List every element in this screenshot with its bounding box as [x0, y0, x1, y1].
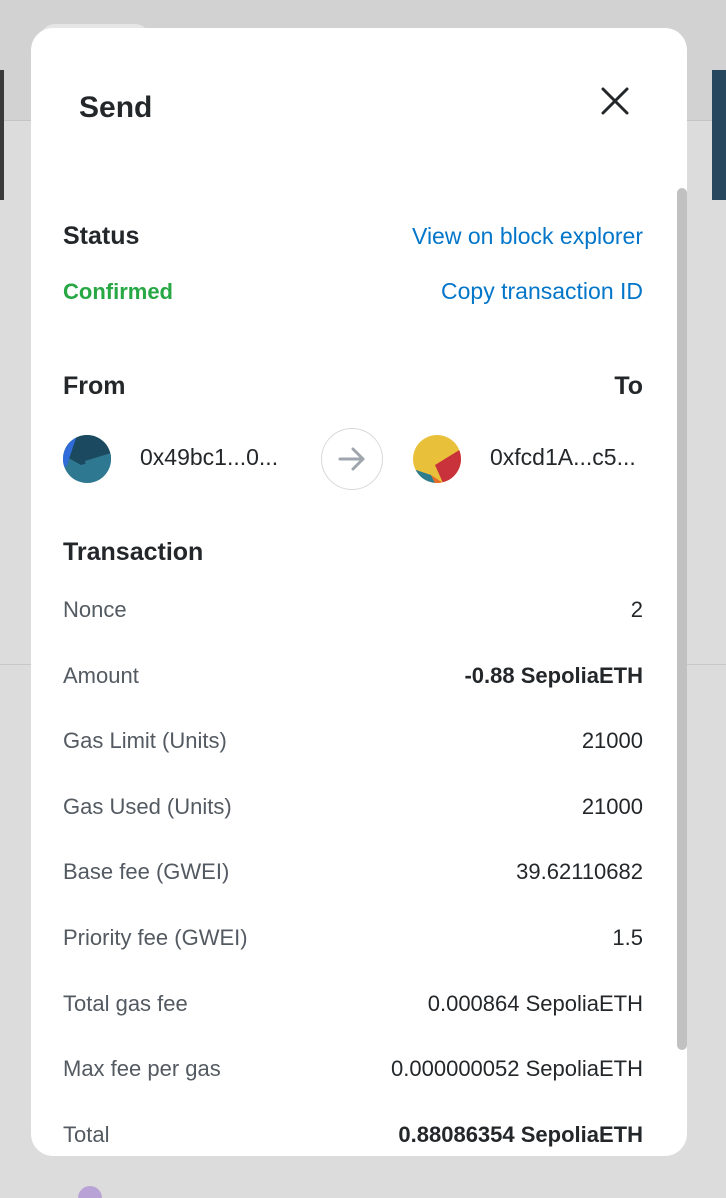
- row-value: 0.000864 SepoliaETH: [427, 991, 643, 1016]
- row-label: Base fee (GWEI): [63, 859, 230, 884]
- status-value-row: Confirmed Copy transaction ID: [63, 278, 643, 305]
- from-label: From: [63, 372, 126, 400]
- table-row: Nonce 2: [63, 597, 643, 623]
- table-row: Base fee (GWEI) 39.62110682: [63, 859, 643, 885]
- row-value: 0.000000052 SepoliaETH: [391, 1056, 643, 1081]
- status-heading: Status: [63, 222, 140, 250]
- row-value: 1.5: [612, 925, 643, 950]
- transaction-heading: Transaction: [63, 538, 204, 566]
- row-label: Gas Limit (Units): [63, 728, 227, 753]
- view-on-block-explorer-link[interactable]: View on block explorer: [412, 223, 643, 250]
- row-value: 21000: [581, 728, 643, 753]
- table-row: Total 0.88086354 SepoliaETH: [63, 1122, 643, 1148]
- modal-title: Send: [79, 91, 153, 124]
- direction-indicator: [321, 428, 383, 490]
- scrollbar[interactable]: [677, 188, 687, 1050]
- row-label: Amount: [63, 663, 139, 688]
- background-edge: [712, 70, 726, 200]
- row-label: Total: [63, 1122, 110, 1147]
- jazzicon-icon: [63, 435, 111, 483]
- close-icon: [601, 87, 629, 115]
- transaction-details-modal: Send Status View on block explorer Confi…: [31, 28, 687, 1156]
- transaction-heading-row: Transaction: [63, 538, 643, 567]
- table-row: Priority fee (GWEI) 1.5: [63, 925, 643, 951]
- jazzicon-icon: [413, 435, 461, 483]
- from-address[interactable]: 0x49bc1...0...: [140, 444, 290, 471]
- status-row: Status View on block explorer: [63, 222, 643, 251]
- row-label: Priority fee (GWEI): [63, 925, 248, 950]
- table-row: Gas Limit (Units) 21000: [63, 728, 643, 754]
- row-value: 0.88086354 SepoliaETH: [398, 1122, 643, 1147]
- to-label: To: [614, 372, 643, 400]
- close-button[interactable]: [597, 83, 633, 119]
- row-label: Total gas fee: [63, 991, 188, 1016]
- table-row: Max fee per gas 0.000000052 SepoliaETH: [63, 1056, 643, 1082]
- to-avatar: [413, 435, 461, 483]
- arrow-right-icon: [338, 447, 365, 471]
- row-label: Max fee per gas: [63, 1056, 221, 1081]
- from-to-labels: From To: [63, 372, 643, 401]
- row-label: Nonce: [63, 597, 127, 622]
- table-row: Amount -0.88 SepoliaETH: [63, 663, 643, 689]
- row-value: 39.62110682: [516, 859, 643, 884]
- from-avatar: [63, 435, 111, 483]
- to-address[interactable]: 0xfcd1A...c5...: [490, 444, 643, 471]
- copy-transaction-id-link[interactable]: Copy transaction ID: [441, 278, 643, 305]
- status-badge: Confirmed: [63, 278, 173, 304]
- row-value: -0.88 SepoliaETH: [464, 663, 643, 688]
- row-label: Gas Used (Units): [63, 794, 232, 819]
- background-edge: [0, 70, 4, 200]
- address-row: 0x49bc1...0... 0xfcd1A...c5...: [63, 428, 643, 492]
- background-avatar: [78, 1186, 102, 1198]
- table-row: Gas Used (Units) 21000: [63, 794, 643, 820]
- row-value: 2: [630, 597, 643, 622]
- row-value: 21000: [581, 794, 643, 819]
- table-row: Total gas fee 0.000864 SepoliaETH: [63, 991, 643, 1017]
